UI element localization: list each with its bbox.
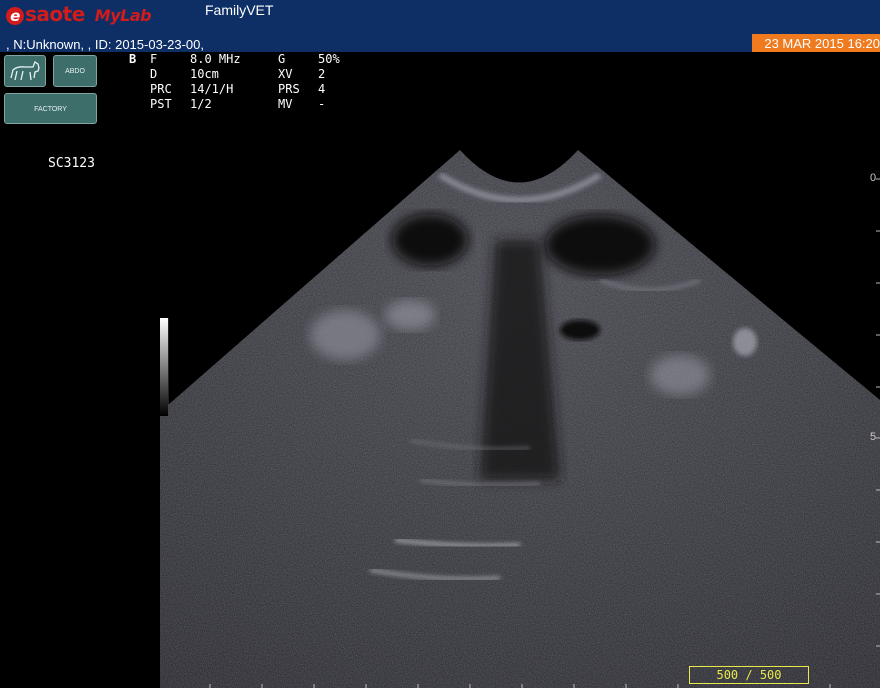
- depth-label-top: 0: [870, 172, 877, 184]
- param-row: PRC 14/1/H PRS 4: [150, 82, 340, 97]
- param-label: MV: [278, 97, 293, 111]
- param-value: 8.0 MHz: [190, 52, 241, 66]
- param-value: 1/2: [190, 97, 212, 111]
- cine-frame-counter[interactable]: 500 / 500: [689, 666, 809, 684]
- param-label: G: [278, 52, 286, 66]
- fluid-region-right: [545, 215, 655, 275]
- echo-bright-center: [385, 300, 435, 330]
- param-label: PRS: [278, 82, 300, 96]
- grayscale-bar: [160, 318, 168, 416]
- echo-bright-right: [650, 355, 710, 395]
- param-label: D: [150, 67, 158, 81]
- ultrasound-image[interactable]: [0, 0, 880, 688]
- probe-label: SC3123: [48, 156, 95, 171]
- preset-dog-button[interactable]: [4, 55, 46, 87]
- param-label: PRC: [150, 82, 172, 96]
- param-value: 14/1/H: [190, 82, 234, 96]
- imaging-mode: B: [129, 52, 137, 66]
- param-row: D 10cm XV 2: [150, 67, 340, 82]
- fluid-region-small: [560, 320, 600, 340]
- factory-preset-button[interactable]: FACTORY: [4, 93, 97, 124]
- param-value: 4: [318, 82, 326, 96]
- fluid-region-left: [392, 214, 468, 266]
- echo-bright-far-right: [733, 328, 757, 356]
- param-value: -: [318, 97, 326, 111]
- param-label: XV: [278, 67, 293, 81]
- dog-icon: [10, 61, 40, 81]
- echo-bright-left: [310, 310, 380, 360]
- depth-label-mid: 5: [870, 431, 877, 443]
- param-label: F: [150, 52, 158, 66]
- param-value: 10cm: [190, 67, 219, 81]
- imaging-parameters: F 8.0 MHz G 50% D 10cm XV 2 PRC 14/1/H P…: [150, 52, 340, 112]
- param-label: PST: [150, 97, 172, 111]
- param-row: PST 1/2 MV -: [150, 97, 340, 112]
- abdo-preset-button[interactable]: ABDO: [53, 55, 97, 87]
- param-value: 50%: [318, 52, 340, 66]
- param-value: 2: [318, 67, 326, 81]
- param-row: F 8.0 MHz G 50%: [150, 52, 340, 67]
